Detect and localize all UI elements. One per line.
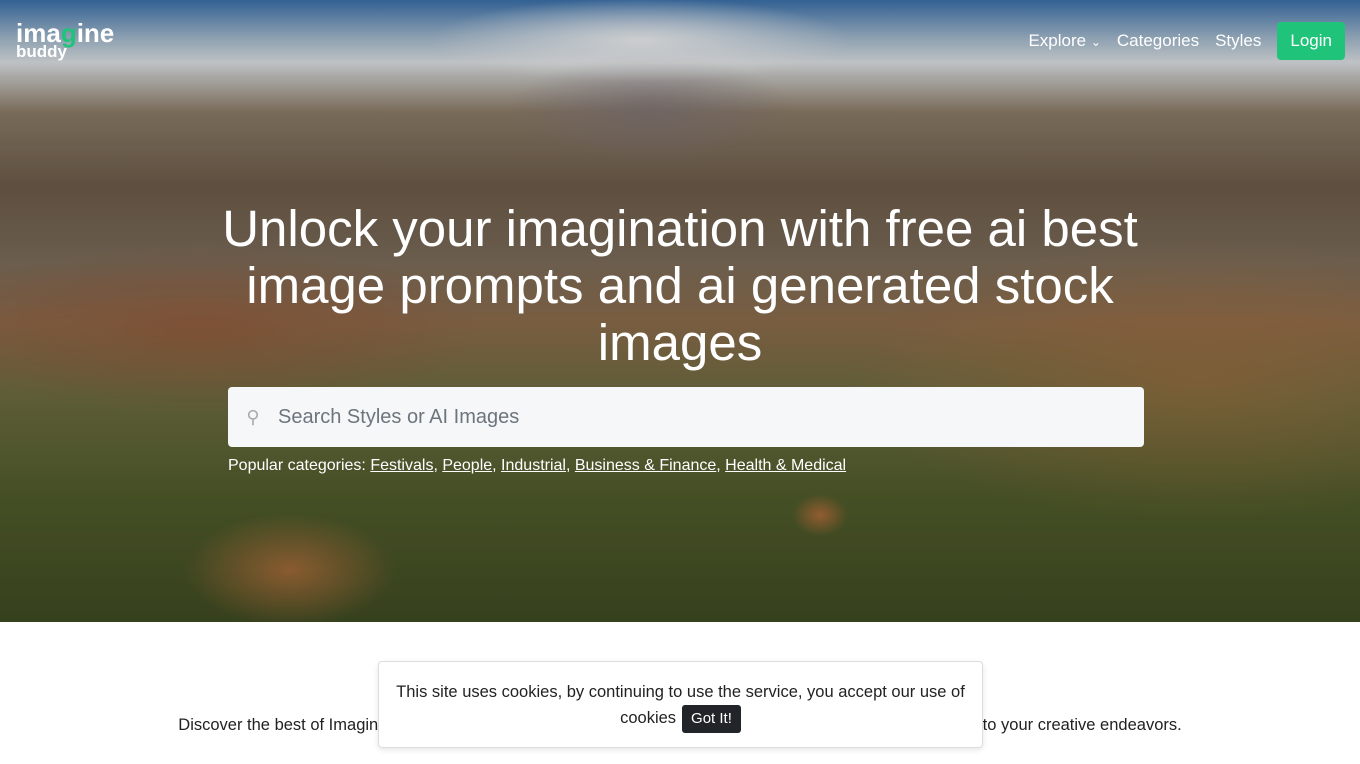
- login-button[interactable]: Login: [1277, 22, 1345, 60]
- cookie-accept-button[interactable]: Got It!: [682, 705, 741, 733]
- nav-explore[interactable]: Explore ⌄: [1028, 31, 1100, 51]
- main-nav: Explore ⌄ Categories Styles Login: [1028, 22, 1345, 60]
- category-link-business-finance[interactable]: Business & Finance: [575, 457, 716, 474]
- category-link-health-medical[interactable]: Health & Medical: [725, 457, 846, 474]
- nav-categories[interactable]: Categories: [1117, 31, 1199, 51]
- hero-title: Unlock your imagination with free ai bes…: [222, 200, 1138, 371]
- nav-explore-label: Explore: [1028, 31, 1087, 50]
- search-bar: ⚲: [228, 387, 1144, 447]
- popular-categories: Popular categories: Festivals, People, I…: [228, 457, 847, 474]
- chevron-down-icon: ⌄: [1090, 35, 1101, 49]
- search-icon: ⚲: [246, 406, 260, 427]
- category-link-people[interactable]: People: [442, 457, 492, 474]
- logo-text: ine: [76, 18, 115, 48]
- cookie-text: This site uses cookies, by continuing to…: [396, 683, 965, 727]
- search-input[interactable]: [278, 405, 1118, 429]
- logo[interactable]: imagine buddy: [16, 20, 114, 60]
- nav-styles[interactable]: Styles: [1215, 31, 1261, 51]
- popular-label: Popular categories:: [228, 457, 366, 474]
- category-link-industrial[interactable]: Industrial: [501, 457, 566, 474]
- cookie-banner: This site uses cookies, by continuing to…: [378, 661, 983, 748]
- category-link-festivals[interactable]: Festivals: [370, 457, 433, 474]
